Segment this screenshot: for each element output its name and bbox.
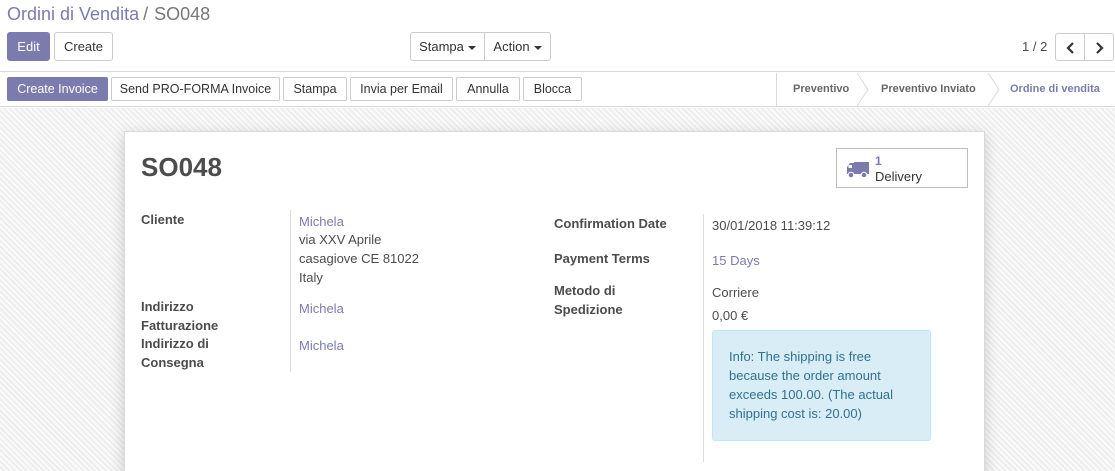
payment-terms-label: Payment Terms [554, 251, 650, 266]
info-line: shipping cost is: 20.00) [729, 406, 862, 421]
confirmation-date-label: Confirmation Date [554, 216, 667, 231]
status-step-sale-order: Ordine di vendita [1010, 83, 1100, 95]
delivery-label: Delivery [875, 169, 922, 184]
shipping-method-label-line: Spedizione [554, 302, 623, 317]
print-dropdown-label: Stampa [419, 39, 464, 54]
pager-previous-button[interactable] [1055, 33, 1085, 61]
step-separator-icon [988, 73, 1000, 106]
info-line: Info: The shipping is free [729, 349, 872, 364]
shipping-method-value: Corriere [712, 285, 759, 300]
info-line: because the order amount [729, 368, 881, 383]
field-divider [290, 210, 291, 372]
customer-address-line: casagiove CE 81022 [299, 251, 419, 266]
truck-icon [847, 162, 869, 179]
breadcrumb-separator: / [143, 4, 149, 24]
field-divider [703, 214, 704, 462]
shipping-info-alert: Info: The shipping is free because the o… [712, 330, 931, 441]
status-step-quotation[interactable]: Preventivo [793, 73, 849, 106]
chevron-right-icon [1096, 42, 1104, 54]
send-by-email-button[interactable]: Invia per Email [350, 77, 453, 101]
delivery-count: 1 [875, 154, 882, 168]
cancel-button[interactable]: Annulla [456, 77, 520, 101]
invoice-address-label: Indirizzo Fatturazione [141, 297, 218, 335]
status-step-quotation-sent[interactable]: Preventivo Inviato [881, 73, 976, 106]
send-proforma-button[interactable]: Send PRO-FORMA Invoice [111, 77, 280, 101]
create-invoice-button[interactable]: Create Invoice [7, 77, 108, 101]
invoice-address-label-line: Fatturazione [141, 318, 219, 333]
stampa-button[interactable]: Stampa [283, 77, 347, 101]
delivery-address-label-line: Consegna [141, 355, 204, 370]
delivery-address-link[interactable]: Michela [299, 336, 344, 355]
shipping-method-label-line: Metodo di [554, 283, 616, 298]
delivery-address-label: Indirizzo di Consegna [141, 334, 209, 372]
chevron-left-icon [1066, 42, 1074, 54]
customer-label: Cliente [141, 212, 185, 227]
record-title: SO048 [141, 152, 222, 182]
invoice-address-label-line: Indirizzo [141, 299, 194, 314]
delivery-smart-button[interactable]: 1 Delivery [836, 148, 968, 188]
shipping-price-value: 0,00 € [712, 308, 749, 323]
customer-link[interactable]: Michela [299, 212, 344, 231]
pager-next-button[interactable] [1084, 33, 1114, 61]
info-line: exceeds 100.00. (The actual [729, 387, 894, 402]
action-dropdown-label: Action [493, 39, 530, 54]
breadcrumb: Ordini di Vendita / SO048 [7, 4, 210, 24]
payment-terms-link[interactable]: 15 Days [712, 251, 760, 270]
invoice-address-link[interactable]: Michela [299, 299, 344, 318]
customer-address-line: Italy [299, 270, 323, 285]
shipping-method-label: Metodo di Spedizione [554, 281, 623, 319]
pager-value[interactable]: 1 / 2 [1022, 39, 1047, 54]
statusbar: Create Invoice Send PRO-FORMA Invoice St… [0, 73, 1115, 107]
control-panel: Ordini di Vendita / SO048 Edit Create Stam… [0, 0, 1115, 72]
lock-button[interactable]: Blocca [523, 77, 582, 101]
step-separator-icon [857, 73, 869, 106]
action-dropdown[interactable]: Action [484, 32, 551, 61]
confirmation-date-value: 30/01/2018 11:39:12 [712, 218, 831, 233]
edit-button[interactable]: Edit [7, 32, 50, 61]
print-dropdown[interactable]: Stampa [410, 32, 485, 61]
status-steps: Preventivo Preventivo Inviato Ordine di … [776, 73, 1100, 106]
caret-down-icon [533, 45, 542, 50]
breadcrumb-parent-link[interactable]: Ordini di Vendita [7, 4, 139, 24]
breadcrumb-current: SO048 [154, 4, 211, 24]
delivery-address-label-line: Indirizzo di [141, 336, 209, 351]
caret-down-icon [467, 45, 476, 50]
form-sheet: SO048 1 Delivery Cliente Michela via XXV… [124, 131, 985, 471]
create-button[interactable]: Create [54, 32, 113, 61]
customer-address-line: via XXV Aprile [299, 232, 382, 247]
